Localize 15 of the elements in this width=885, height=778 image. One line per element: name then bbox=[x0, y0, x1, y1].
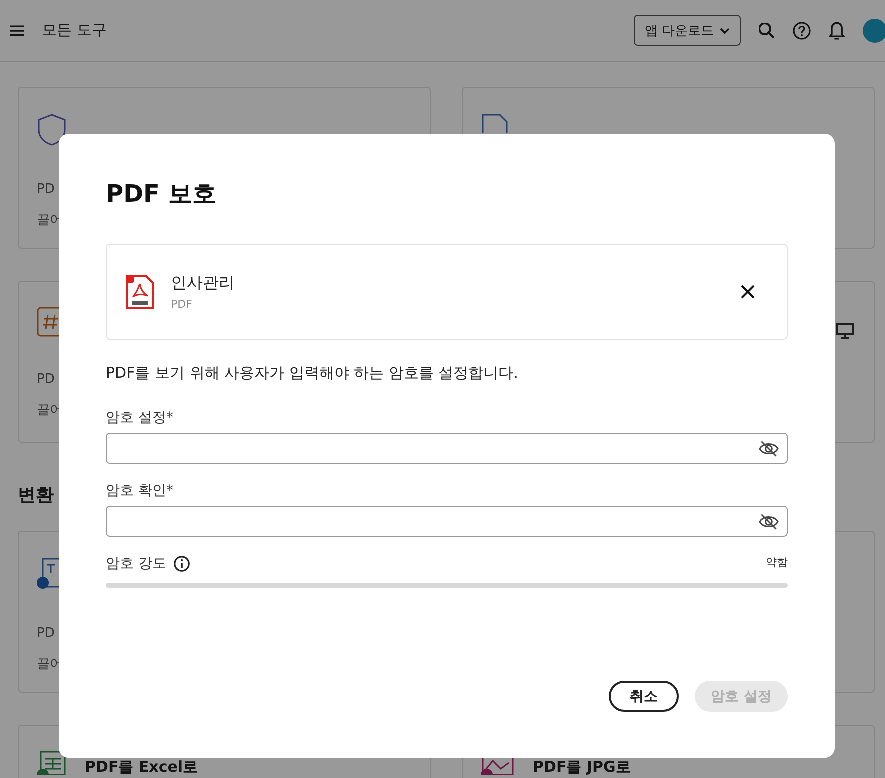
tool-title: PDF를 JPG로 bbox=[533, 759, 631, 776]
field-label: 암호 확인* bbox=[106, 482, 174, 500]
field-label: 암호 설정* bbox=[106, 409, 174, 427]
page-title: 모든 도구 bbox=[42, 21, 107, 40]
file-type: PDF bbox=[171, 298, 192, 311]
dialog-description: PDF를 보기 위해 사용자가 입력해야 하는 암호를 설정합니다. bbox=[106, 364, 520, 383]
strength-label: 암호 강도 bbox=[106, 555, 166, 573]
file-name: 인사관리 bbox=[171, 273, 235, 294]
strength-reading: 약함 bbox=[766, 555, 788, 570]
tool-text: PD bbox=[37, 371, 55, 389]
tool-text: PD bbox=[37, 625, 55, 643]
tool-title: PDF를 Excel로 bbox=[85, 759, 198, 776]
tool-text: PD bbox=[37, 181, 55, 199]
dialog-title: PDF 보호 bbox=[106, 179, 218, 210]
section-title: 변환 bbox=[18, 486, 54, 506]
